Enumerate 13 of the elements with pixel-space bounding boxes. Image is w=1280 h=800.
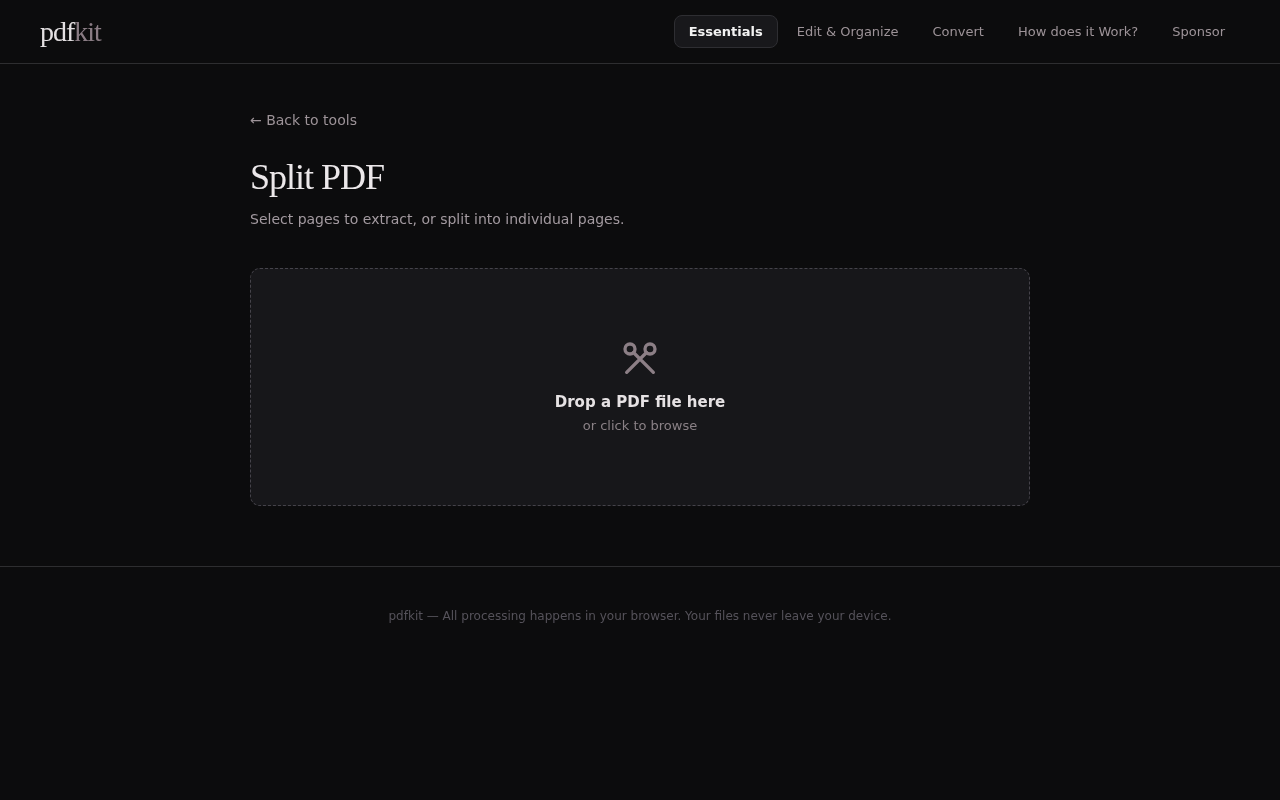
back-link[interactable]: ← Back to tools [250, 110, 357, 131]
footer-text: pdfkit — All processing happens in your browser. Your files never leave your device. [388, 608, 892, 625]
nav-tab[interactable]: Convert [917, 15, 999, 48]
page-title: Split PDF [250, 156, 385, 199]
nav-tab[interactable]: Essentials [673, 15, 778, 48]
dropzone-hint: or click to browse [582, 417, 698, 435]
file-dropzone[interactable]: Drop a PDF file here or click to browse [250, 268, 1030, 506]
page-subtitle: Select pages to extract, or split into individual pages. [250, 210, 625, 229]
dropzone-title: Drop a PDF file here [554, 391, 726, 413]
nav-tab[interactable]: How does it Work? [1002, 15, 1154, 48]
nav-tab[interactable]: Sponsor [1157, 15, 1240, 48]
logo[interactable]: pdfkit [40, 17, 101, 46]
nav-tab[interactable]: Edit & Organize [781, 15, 914, 48]
